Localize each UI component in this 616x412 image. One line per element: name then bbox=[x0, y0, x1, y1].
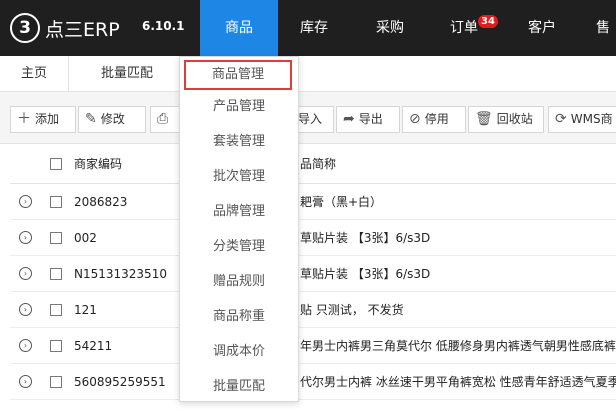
menu-item-label: 分类管理 bbox=[212, 239, 265, 254]
menu-item-adjust-cost[interactable]: 调成本价 bbox=[180, 334, 298, 369]
app-logo[interactable]: 3 点三ERP bbox=[10, 13, 120, 43]
plus-icon: ＋ bbox=[17, 111, 31, 127]
nav-item-orders[interactable]: 订单 34 bbox=[430, 0, 506, 56]
table-row[interactable]: › N15131323510 草贴片装 【3张】6/s3D bbox=[10, 256, 616, 292]
menu-item-label: 批次管理 bbox=[212, 169, 265, 184]
orders-count-badge: 34 bbox=[478, 15, 498, 28]
version-label: 6.10.1 bbox=[142, 19, 185, 33]
nav-item-goods[interactable]: 商品 bbox=[200, 0, 278, 56]
table-row[interactable]: › 2086823 耙膏（黑+白） bbox=[10, 184, 616, 220]
row-checkbox[interactable] bbox=[50, 196, 62, 208]
disable-button[interactable]: ⊘ 停用 bbox=[402, 106, 466, 133]
logo-mark: 3 bbox=[10, 13, 40, 43]
button-label: WMS商 bbox=[570, 112, 613, 126]
row-checkbox[interactable] bbox=[50, 376, 62, 388]
action-toolbar: ＋ 添加 ✎ 修改 ⎙ 导入 ➦ 导出 ⊘ 停用 🗑 回收站 ⟳ WMS商 bbox=[0, 92, 616, 144]
table-row[interactable]: › 002 草贴片装 【3张】6/s3D bbox=[10, 220, 616, 256]
top-navigation-bar: 3 点三ERP 6.10.1 商品 库存 采购 订单 34 客户 售 bbox=[0, 0, 616, 56]
nav-item-label: 采购 bbox=[376, 20, 404, 36]
cell-short-name: 代尔男士内裤 冰丝速干男平角裤宽松 性感青年舒适透气夏季 bbox=[300, 375, 616, 389]
cell-merchant-code: 121 bbox=[74, 303, 97, 317]
row-checkbox[interactable] bbox=[50, 232, 62, 244]
tab-label: 主页 bbox=[20, 66, 47, 81]
expand-row-icon[interactable]: › bbox=[19, 231, 32, 244]
table-header-row: 商家编码 品简称 bbox=[10, 144, 616, 184]
menu-item-label: 商品称重 bbox=[212, 309, 265, 324]
menu-item-batch-match[interactable]: 批量匹配 bbox=[180, 369, 298, 404]
table-row[interactable]: › 121 贴 只测试， 不发货 bbox=[10, 292, 616, 328]
menu-item-bundle-management[interactable]: 套装管理 bbox=[180, 124, 298, 159]
menu-item-label: 产品管理 bbox=[212, 99, 265, 114]
menu-item-goods-weighing[interactable]: 商品称重 bbox=[180, 299, 298, 334]
menu-item-label: 套装管理 bbox=[212, 134, 265, 149]
button-label: 导出 bbox=[358, 112, 383, 126]
nav-item-inventory[interactable]: 库存 bbox=[278, 0, 350, 56]
export-icon: ➦ bbox=[343, 111, 355, 127]
menu-item-label: 品牌管理 bbox=[212, 204, 265, 219]
expand-row-icon[interactable]: › bbox=[19, 195, 32, 208]
cell-short-name: 年男士内裤男三角莫代尔 低腰修身男内裤透气朝男性感底裤 bbox=[300, 339, 616, 353]
menu-item-gift-rules[interactable]: 赠品规则 bbox=[180, 264, 298, 299]
row-checkbox[interactable] bbox=[50, 340, 62, 352]
expand-row-icon[interactable]: › bbox=[19, 375, 32, 388]
nav-item-label: 商品 bbox=[225, 20, 253, 36]
nav-item-label: 售 bbox=[596, 20, 610, 36]
logo-text: 点三ERP bbox=[45, 18, 120, 41]
expand-row-icon[interactable]: › bbox=[19, 339, 32, 352]
goods-dropdown-menu: 商品管理 产品管理 套装管理 批次管理 品牌管理 分类管理 赠品规则 商品称重 … bbox=[179, 56, 299, 402]
row-checkbox[interactable] bbox=[50, 304, 62, 316]
button-label: 停用 bbox=[424, 112, 449, 126]
tab-home[interactable]: 主页 bbox=[0, 56, 68, 92]
menu-item-product-management[interactable]: 产品管理 bbox=[180, 89, 298, 124]
menu-item-goods-management[interactable]: 商品管理 bbox=[184, 60, 292, 90]
cell-short-name: 耙膏（黑+白） bbox=[300, 195, 383, 209]
button-label: 修改 bbox=[100, 112, 125, 126]
recycle-bin-button[interactable]: 🗑 回收站 bbox=[468, 106, 544, 133]
column-header-name[interactable]: 品简称 bbox=[300, 144, 336, 184]
disable-icon: ⊘ bbox=[409, 111, 421, 127]
row-checkbox[interactable] bbox=[50, 268, 62, 280]
nav-item-label: 订单 bbox=[450, 20, 478, 36]
cell-short-name: 草贴片装 【3张】6/s3D bbox=[300, 267, 431, 281]
nav-item-label: 客户 bbox=[528, 20, 556, 36]
select-all-checkbox[interactable] bbox=[50, 158, 62, 170]
expand-row-icon[interactable]: › bbox=[19, 267, 32, 280]
menu-item-label: 批量匹配 bbox=[212, 379, 265, 394]
trash-icon: 🗑 bbox=[475, 111, 493, 127]
table-row[interactable]: › 54211 年男士内裤男三角莫代尔 低腰修身男内裤透气朝男性感底裤 bbox=[10, 328, 616, 364]
cell-merchant-code: 002 bbox=[74, 231, 97, 245]
page-tab-bar: 主页 批量匹配 bbox=[0, 56, 616, 92]
edit-icon: ✎ bbox=[85, 111, 97, 127]
menu-item-label: 赠品规则 bbox=[212, 274, 265, 289]
print-icon: ⎙ bbox=[157, 111, 169, 127]
cell-short-name: 贴 只测试， 不发货 bbox=[300, 303, 404, 317]
button-label: 导入 bbox=[298, 112, 323, 126]
nav-item-customers[interactable]: 客户 bbox=[506, 0, 578, 56]
button-label: 添加 bbox=[35, 112, 60, 126]
nav-item-label: 库存 bbox=[300, 20, 328, 36]
wms-button[interactable]: ⟳ WMS商 bbox=[548, 106, 616, 133]
nav-item-purchase[interactable]: 采购 bbox=[350, 0, 430, 56]
add-button[interactable]: ＋ 添加 bbox=[10, 106, 76, 133]
column-header-code[interactable]: 商家编码 bbox=[74, 144, 122, 184]
cell-merchant-code: N15131323510 bbox=[74, 267, 167, 281]
tab-label: 批量匹配 bbox=[100, 66, 153, 81]
menu-item-label: 调成本价 bbox=[212, 344, 265, 359]
button-label: 回收站 bbox=[496, 112, 533, 126]
sync-icon: ⟳ bbox=[555, 111, 567, 127]
cell-short-name: 草贴片装 【3张】6/s3D bbox=[300, 231, 431, 245]
cell-merchant-code: 2086823 bbox=[74, 195, 128, 209]
edit-button[interactable]: ✎ 修改 bbox=[78, 106, 146, 133]
table-row[interactable]: › 560895259551 代尔男士内裤 冰丝速干男平角裤宽松 性感青年舒适透… bbox=[10, 364, 616, 400]
menu-item-category-management[interactable]: 分类管理 bbox=[180, 229, 298, 264]
nav-item-sales[interactable]: 售 bbox=[596, 0, 616, 56]
cell-merchant-code: 54211 bbox=[74, 339, 113, 353]
tab-batch-match[interactable]: 批量匹配 bbox=[69, 56, 185, 92]
cell-merchant-code: 560895259551 bbox=[74, 375, 166, 389]
menu-item-brand-management[interactable]: 品牌管理 bbox=[180, 194, 298, 229]
menu-item-batch-management[interactable]: 批次管理 bbox=[180, 159, 298, 194]
expand-row-icon[interactable]: › bbox=[19, 303, 32, 316]
menu-item-label: 商品管理 bbox=[211, 67, 264, 82]
export-button[interactable]: ➦ 导出 bbox=[336, 106, 400, 133]
